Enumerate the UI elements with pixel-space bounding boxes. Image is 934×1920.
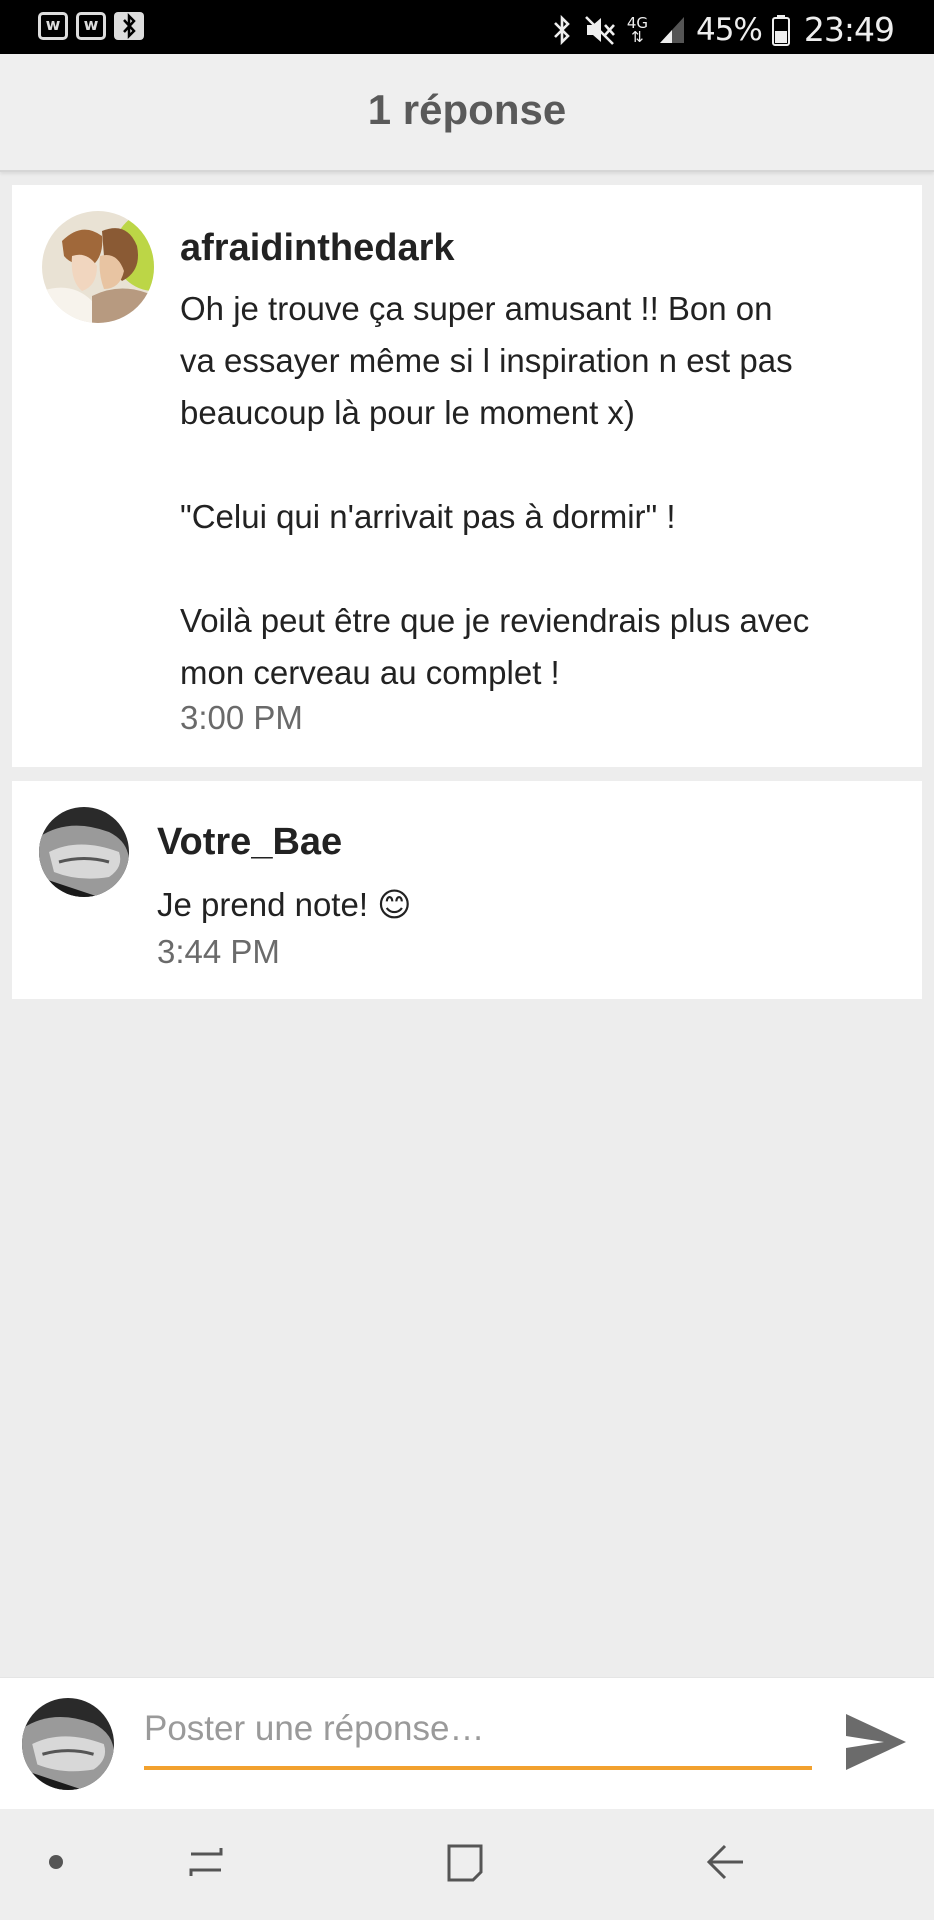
network-type-label: 4G	[626, 13, 648, 32]
reply-input[interactable]	[144, 1692, 812, 1770]
clock: 23:49	[803, 10, 895, 49]
comment-author[interactable]: afraidinthedark	[180, 227, 455, 270]
back-button[interactable]	[690, 1809, 760, 1920]
comment-card: Votre_Bae Je prend note! 😊 3:44 PM	[12, 781, 922, 999]
bluetooth-icon	[551, 14, 573, 46]
send-icon	[844, 1714, 908, 1776]
signal-icon	[658, 15, 686, 45]
page-title: 1 réponse	[367, 86, 567, 133]
current-user-avatar	[22, 1698, 114, 1790]
home-button[interactable]	[430, 1809, 500, 1920]
navigation-bar	[0, 1809, 934, 1920]
back-icon	[703, 1840, 747, 1889]
battery-percent: 45%	[695, 11, 763, 48]
recent-apps-icon	[183, 1842, 227, 1887]
network-type-icon: 4G ⇅	[626, 13, 648, 46]
app-header: 1 réponse	[0, 54, 934, 172]
mute-icon	[583, 14, 617, 46]
wattpad-app-icon: w	[76, 12, 106, 40]
comment-time: 3:00 PM	[180, 699, 303, 736]
bluetooth-app-icon	[114, 12, 144, 40]
wattpad-app-icon: w	[38, 12, 68, 40]
comment-card: afraidinthedark Oh je trouve ça super am…	[12, 185, 922, 767]
reply-bar	[0, 1677, 934, 1810]
comment-text: Je prend note! 😊	[157, 886, 412, 923]
nav-dot-button[interactable]	[36, 1809, 76, 1920]
comment-author[interactable]: Votre_Bae	[157, 821, 342, 864]
send-button[interactable]	[844, 1712, 908, 1777]
comment-text: Oh je trouve ça super amusant !! Bon on …	[180, 290, 810, 691]
recent-apps-button[interactable]	[170, 1809, 240, 1920]
avatar[interactable]	[42, 211, 154, 323]
notification-icons: w w	[38, 12, 144, 40]
status-bar: w w 4G ⇅ 45% 23:49	[0, 0, 934, 54]
battery-icon	[771, 14, 790, 46]
dot-icon	[48, 1854, 64, 1875]
avatar[interactable]	[39, 807, 129, 897]
system-status: 4G ⇅ 45% 23:49	[551, 10, 895, 49]
comment-time: 3:44 PM	[157, 933, 280, 970]
home-icon	[443, 1840, 487, 1889]
